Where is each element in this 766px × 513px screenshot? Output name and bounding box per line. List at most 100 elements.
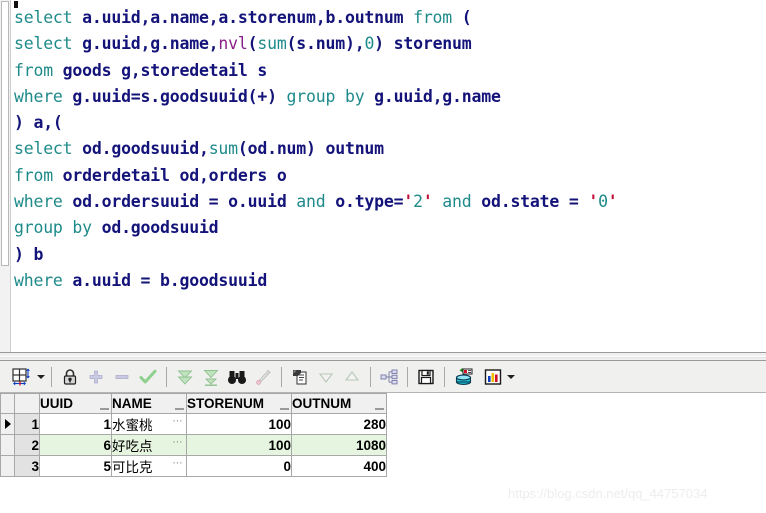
results-table: UUID NAME STORENUM OUTNUM 1 1 水蜜桃 ⋯ 100 … (0, 393, 387, 477)
grid-layout-icon[interactable] (6, 364, 36, 390)
cell-storenum[interactable]: 100 (186, 413, 292, 435)
sort-ascending-icon[interactable] (339, 364, 365, 390)
sql-editor-pane[interactable]: select a.uuid,a.name,a.storenum,b.outnum… (0, 0, 766, 352)
code-token: outnum (325, 139, 385, 159)
code-token: select (14, 8, 83, 27)
cell-value: 280 (363, 416, 386, 432)
column-header-label: NAME (112, 396, 152, 411)
remove-row-icon[interactable] (109, 364, 135, 390)
row-number-cell[interactable]: 3 (14, 455, 40, 477)
commit-check-icon[interactable] (135, 364, 161, 390)
sort-descending-icon[interactable] (313, 364, 339, 390)
code-token: s.num (296, 34, 345, 54)
code-token: o.type= (335, 192, 404, 212)
code-token: sum (208, 139, 238, 159)
code-token: select (14, 34, 83, 54)
code-token: a.uuid,a.name,a.storenum,b.outnum (82, 8, 404, 27)
fetch-next-page-icon[interactable] (172, 364, 198, 390)
code-line-1: select a.uuid,a.name,a.storenum,b.outnum… (14, 5, 766, 31)
row-selector-cell[interactable] (0, 434, 15, 456)
database-export-icon[interactable] (450, 364, 480, 390)
column-header-label: OUTNUM (292, 396, 352, 411)
column-resize-grip-icon[interactable] (375, 408, 384, 410)
cell-uuid[interactable]: 1 (39, 413, 112, 435)
code-token: 0 (364, 34, 375, 54)
code-line-3: from goods g,storedetail s (14, 58, 766, 84)
cell-overflow-icon[interactable]: ⋯ (173, 437, 184, 448)
code-token: select (14, 139, 83, 159)
code-token: sum (257, 34, 287, 54)
sql-code-text[interactable]: select a.uuid,a.name,a.storenum,b.outnum… (14, 5, 766, 350)
row-selector-cell[interactable] (0, 413, 15, 435)
code-token: od.goodsuuid, (82, 139, 209, 159)
cell-outnum[interactable]: 400 (291, 455, 387, 477)
code-token: ' (403, 192, 414, 212)
row-number-cell[interactable]: 1 (14, 413, 40, 435)
toolbar-separator (370, 366, 371, 387)
code-token: g.uuid,g.name, (82, 34, 219, 54)
code-token: (+) (247, 86, 277, 106)
code-token: where (14, 192, 73, 212)
cell-outnum[interactable]: 280 (291, 413, 387, 435)
cell-value: 可比克 (112, 460, 153, 476)
cell-storenum[interactable]: 100 (186, 434, 292, 456)
code-token: from (403, 8, 462, 27)
sql-tool-window: select a.uuid,a.name,a.storenum,b.outnum… (0, 0, 766, 513)
code-token: od.ordersuuid = o.uuid (72, 192, 287, 212)
editor-vertical-scrollbar[interactable] (0, 0, 11, 352)
code-line-2: select g.uuid,g.name,nvl(sum(s.num),0) s… (14, 31, 766, 57)
code-token: ( (286, 34, 297, 54)
cell-value: 水蜜桃 (112, 418, 153, 434)
splitter-groove (0, 356, 766, 358)
table-row[interactable]: 2 6 好吃点 ⋯ 100 1080 (0, 434, 387, 456)
cell-name[interactable]: 可比克 ⋯ (111, 455, 187, 477)
add-row-icon[interactable] (83, 364, 109, 390)
hierarchy-icon[interactable] (376, 364, 402, 390)
grid-layout-dropdown-icon[interactable] (36, 364, 46, 390)
column-resize-grip-icon[interactable] (175, 408, 184, 410)
lock-icon[interactable] (57, 364, 83, 390)
code-token: group by (276, 86, 375, 106)
save-floppy-icon[interactable] (413, 364, 439, 390)
column-resize-grip-icon[interactable] (280, 408, 289, 410)
cell-outnum[interactable]: 1080 (291, 434, 387, 456)
cell-uuid[interactable]: 6 (39, 434, 112, 456)
row-selector-cell[interactable] (0, 455, 15, 477)
cell-uuid[interactable]: 5 (39, 455, 112, 477)
row-marker-corner (0, 393, 15, 414)
code-token: ) (14, 244, 24, 264)
column-header-outnum[interactable]: OUTNUM (291, 393, 387, 414)
code-token: b (23, 244, 44, 264)
cell-overflow-icon[interactable]: ⋯ (173, 458, 184, 469)
cell-overflow-icon[interactable]: ⋯ (173, 416, 184, 427)
find-binoculars-icon[interactable] (224, 364, 250, 390)
copy-to-clipboard-icon[interactable] (287, 364, 313, 390)
toolbar-separator (407, 366, 408, 387)
bar-chart-icon[interactable] (480, 364, 506, 390)
toolbar-separator (166, 366, 167, 387)
column-header-label: UUID (40, 396, 74, 411)
column-header-name[interactable]: NAME (111, 393, 187, 414)
highlight-pen-icon[interactable] (250, 364, 276, 390)
bar-chart-dropdown-icon[interactable] (506, 364, 516, 390)
cell-storenum[interactable]: 0 (186, 455, 292, 477)
table-row[interactable]: 3 5 可比克 ⋯ 0 400 (0, 455, 387, 477)
cell-name[interactable]: 好吃点 ⋯ (111, 434, 187, 456)
column-header-storenum[interactable]: STORENUM (186, 393, 292, 414)
code-token: and (286, 192, 336, 212)
toolbar-separator (444, 366, 445, 387)
code-token: 0 (598, 192, 608, 212)
pane-splitter[interactable] (0, 352, 766, 361)
code-token: where (14, 270, 73, 290)
row-number-cell[interactable]: 2 (14, 434, 40, 456)
code-token: orderdetail od,orders o (62, 165, 287, 185)
table-row[interactable]: 1 1 水蜜桃 ⋯ 100 280 (0, 413, 387, 435)
cell-name[interactable]: 水蜜桃 ⋯ (111, 413, 187, 435)
code-line-7: from orderdetail od,orders o (14, 163, 766, 189)
cell-value: 5 (103, 458, 111, 474)
fetch-last-page-icon[interactable] (198, 364, 224, 390)
column-header-uuid[interactable]: UUID (39, 393, 112, 414)
code-line-4: where g.uuid=s.goodsuuid(+) group by g.u… (14, 84, 766, 110)
editor-scrollbar-thumb[interactable] (1, 1, 9, 266)
column-resize-grip-icon[interactable] (100, 408, 109, 410)
